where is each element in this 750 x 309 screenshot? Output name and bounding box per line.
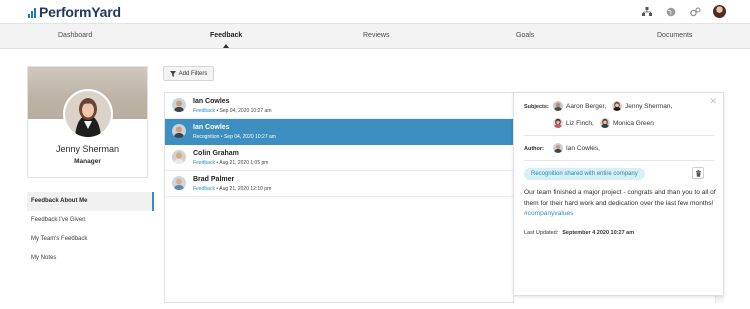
subject-name: Monica Green (613, 119, 654, 127)
subject-name: Aaron Berger, (566, 102, 607, 110)
author-name: Ian Cowles, (566, 144, 600, 152)
profile-photo (63, 89, 113, 139)
tab-goals[interactable]: Goals (516, 32, 534, 39)
hashtag-link[interactable]: #companyvalues (524, 210, 573, 217)
delete-button[interactable] (692, 167, 704, 179)
org-chart-icon[interactable] (641, 6, 653, 18)
tab-reviews[interactable]: Reviews (363, 32, 389, 39)
avatar (553, 143, 563, 153)
profile-role: Manager (74, 158, 101, 165)
tab-feedback[interactable]: Feedback (210, 32, 243, 48)
row-meta: Feedback • Aug 21, 2020 12:10 pm (193, 186, 272, 192)
feedback-row[interactable]: Colin Graham Feedback • Aug 21, 2020 1:0… (165, 145, 513, 171)
feedback-row[interactable]: Ian Cowles Feedback • Sep 04, 2020 10:27… (165, 93, 513, 119)
trash-icon (695, 169, 701, 177)
main-nav: Dashboard Feedback Reviews Goals Documen… (0, 24, 750, 49)
subject-person[interactable]: Monica Green (600, 118, 654, 128)
feedback-row-selected[interactable]: Ian Cowles Recognition • Sep 04, 2020 10… (165, 119, 513, 145)
avatar (612, 101, 622, 111)
logo-text: PerformYard (39, 4, 121, 20)
add-filters-label: Add Filters (178, 70, 208, 77)
avatar (553, 101, 563, 111)
subject-name: Jenny Sherman, (625, 102, 673, 110)
subject-name: Liz Finch, (566, 119, 594, 127)
subject-person[interactable]: Jenny Sherman, (612, 101, 672, 111)
filter-icon (169, 70, 176, 77)
avatar (172, 150, 186, 164)
avatar (553, 118, 563, 128)
globe-icon[interactable] (665, 6, 677, 18)
profile-card: Jenny Sherman Manager (27, 66, 148, 178)
profile-name: Jenny Sherman (55, 144, 120, 154)
tab-dashboard[interactable]: Dashboard (58, 32, 92, 39)
sidebar-item-team-feedback[interactable]: My Team's Feedback (27, 230, 154, 249)
subject-person[interactable]: Liz Finch, (553, 118, 594, 128)
subjects-label: Subjects: (524, 104, 549, 110)
performyard-logo[interactable]: PerformYard (28, 4, 121, 20)
last-updated-value: September 4 2020 10:27 am (562, 230, 635, 236)
feedback-detail-panel: ✕ Subjects: Aaron Berger, Jenny Sherman,… (513, 92, 724, 296)
divider (524, 135, 714, 136)
avatar (600, 118, 610, 128)
feedback-message: Our team finished a major project - cong… (524, 188, 716, 220)
sidebar-item-feedback-given[interactable]: Feedback I've Given (27, 211, 154, 230)
sidebar-item-feedback-about-me[interactable]: Feedback About Me (27, 192, 154, 211)
row-name: Ian Cowles (193, 124, 230, 131)
top-bar: PerformYard (0, 0, 750, 24)
sidebar-item-my-notes[interactable]: My Notes (27, 249, 154, 268)
logo-bars-icon (28, 6, 36, 18)
header-icons (641, 5, 726, 18)
feedback-row[interactable]: Brad Palmer Feedback • Aug 21, 2020 12:1… (165, 171, 513, 197)
row-name: Colin Graham (193, 150, 239, 157)
author-person[interactable]: Ian Cowles, (553, 143, 600, 153)
row-name: Brad Palmer (193, 176, 235, 183)
settings-gears-icon[interactable] (689, 6, 701, 18)
last-updated: Last Updated: September 4 2020 10:27 am (524, 230, 634, 236)
feedback-list: Ian Cowles Feedback • Sep 04, 2020 10:27… (164, 92, 514, 303)
recognition-tag: Recognition shared with entire company (524, 168, 645, 180)
row-meta: Feedback • Aug 21, 2020 1:05 pm (193, 160, 269, 166)
subject-person[interactable]: Aaron Berger, (553, 101, 606, 111)
row-meta: Recognition • Sep 04, 2020 10:27 am (193, 134, 276, 140)
tab-documents[interactable]: Documents (657, 32, 692, 39)
user-avatar[interactable] (713, 5, 726, 18)
avatar (172, 176, 186, 190)
active-tab-caret-icon (223, 44, 230, 48)
tab-feedback-label: Feedback (210, 32, 243, 39)
feedback-sidebar: Feedback About Me Feedback I've Given My… (27, 192, 154, 268)
close-icon[interactable]: ✕ (709, 97, 717, 106)
message-text: Our team finished a major project - cong… (524, 189, 716, 207)
add-filters-button[interactable]: Add Filters (163, 66, 214, 81)
divider (524, 160, 714, 161)
avatar (172, 98, 186, 112)
avatar (172, 124, 186, 138)
last-updated-label: Last Updated: (524, 230, 559, 236)
row-meta: Feedback • Sep 04, 2020 10:27 am (193, 108, 272, 114)
row-name: Ian Cowles (193, 98, 230, 105)
author-label: Author: (524, 146, 544, 152)
